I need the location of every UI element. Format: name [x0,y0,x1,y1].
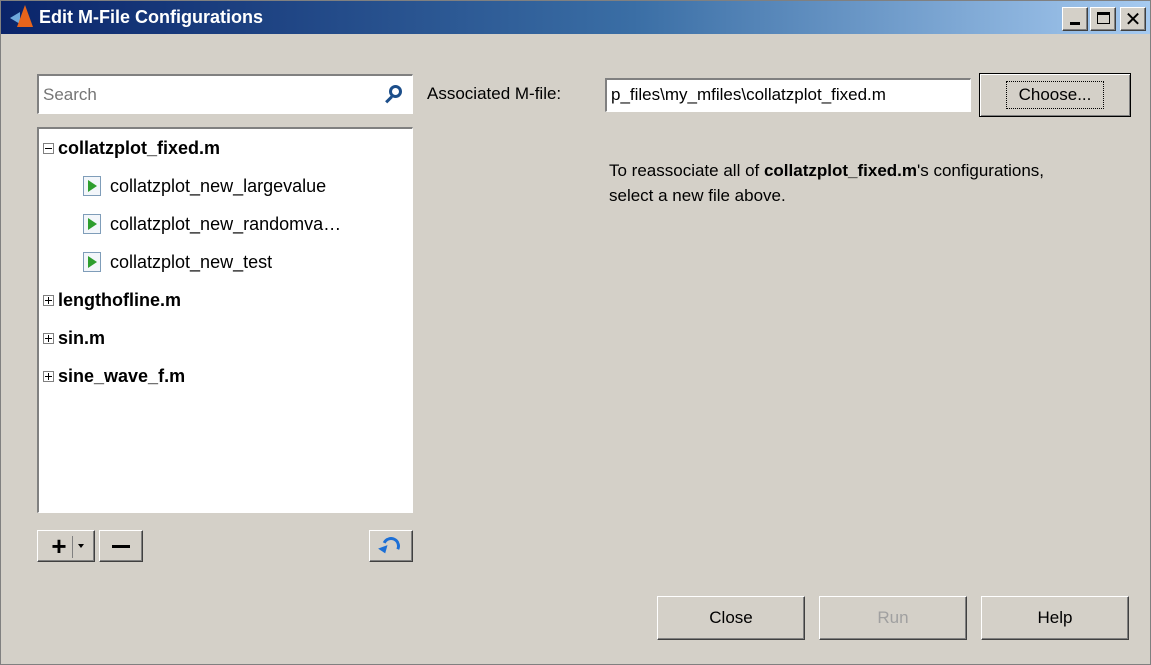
tree-child-label: collatzplot_new_test [110,251,273,272]
tree-node-label: collatzplot_fixed.m [58,137,221,158]
run-configuration-icon [83,214,101,234]
tree-child-label: collatzplot_new_largevalue [110,175,327,196]
chevron-down-icon[interactable] [78,544,84,548]
run-button[interactable]: Run [819,596,967,640]
maximize-button[interactable] [1090,7,1116,31]
plus-icon: + [51,530,67,561]
tree-node-lengthofline[interactable]: lengthofline.m [39,285,181,315]
expand-icon[interactable] [43,294,54,306]
associated-mfile-value: p_files\my_mfiles\collatzplot_fixed.m [611,85,886,104]
matlab-logo-icon [7,1,37,34]
expand-icon[interactable] [43,370,54,382]
search-icon[interactable] [378,77,412,113]
choose-button-label: Choose... [1005,81,1105,109]
tree-child-test[interactable]: collatzplot_new_test [83,247,272,277]
tree-node-label: sine_wave_f.m [58,365,186,386]
search-input[interactable] [39,84,378,105]
help-button[interactable]: Help [981,596,1129,640]
tree-node-sin[interactable]: sin.m [39,323,105,353]
maximize-icon [1097,12,1110,24]
edit-mfile-configurations-dialog: Edit M-File Configurations ✕ collatzplot… [0,0,1151,665]
associated-mfile-field[interactable]: p_files\my_mfiles\collatzplot_fixed.m [605,78,971,112]
window-title: Edit M-File Configurations [39,7,263,27]
close-icon: ✕ [1124,7,1142,31]
tree-node-sine-wave-f[interactable]: sine_wave_f.m [39,361,185,391]
run-configuration-icon [83,176,101,196]
close-window-button[interactable]: ✕ [1120,7,1146,31]
undo-icon [379,534,403,558]
add-configuration-button[interactable]: + [37,530,95,562]
configurations-tree[interactable]: collatzplot_fixed.m collatzplot_new_larg… [37,127,413,513]
run-configuration-icon [83,252,101,272]
tree-child-largevalue[interactable]: collatzplot_new_largevalue [83,171,326,201]
close-button[interactable]: Close [657,596,805,640]
expand-icon[interactable] [43,332,54,344]
choose-button[interactable]: Choose... [979,73,1131,117]
info-file-name: collatzplot_fixed.m [763,161,917,180]
tree-child-label: collatzplot_new_randomva… [110,213,342,234]
search-box[interactable] [37,74,413,114]
minimize-button[interactable] [1062,7,1088,31]
tree-node-label: lengthofline.m [58,289,181,310]
minimize-icon [1070,22,1080,25]
tree-node-label: sin.m [58,327,106,348]
remove-configuration-button[interactable] [99,530,143,562]
minus-icon [112,544,130,548]
undo-button[interactable] [369,530,413,562]
tree-child-randomvalue[interactable]: collatzplot_new_randomva… [83,209,341,239]
reassociate-info-text: To reassociate all of collatzplot_fixed.… [609,158,1049,208]
info-prefix: To reassociate all of [609,161,764,180]
title-bar[interactable]: Edit M-File Configurations ✕ [1,1,1150,34]
collapse-icon[interactable] [43,142,54,154]
associated-mfile-label: Associated M-file: [427,84,562,103]
tree-node-collatzplot-fixed[interactable]: collatzplot_fixed.m [39,133,220,163]
